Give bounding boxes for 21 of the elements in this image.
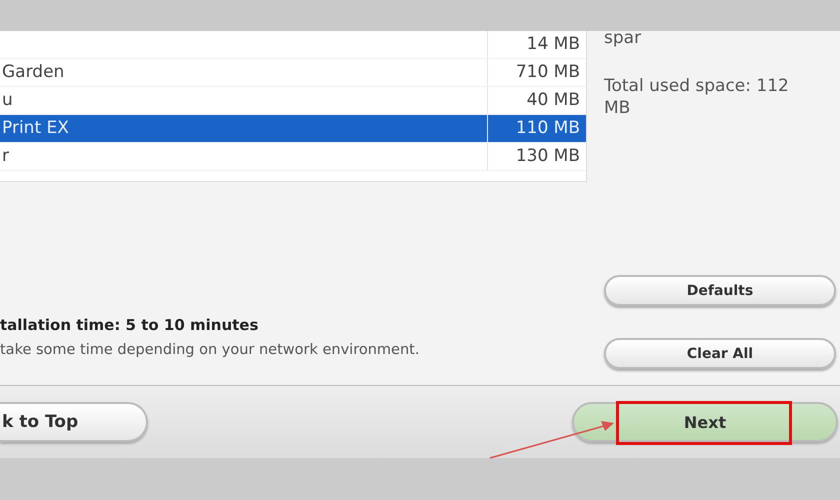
software-name: Print EX — [1, 117, 70, 140]
network-note-text: take some time depending on your network environment. — [0, 342, 420, 358]
software-name: Garden — [1, 61, 66, 84]
software-size: 130 MB — [487, 143, 586, 170]
software-row[interactable]: r 130 MB — [0, 143, 586, 171]
disk-space-text: spar — [604, 27, 642, 49]
software-row[interactable]: Garden 710 MB — [0, 59, 586, 87]
option-button[interactable]: Defaults — [604, 275, 836, 306]
software-row[interactable]: Print EX 110 MB — [0, 115, 586, 143]
software-row[interactable]: 14 MB — [0, 31, 586, 59]
software-name: r — [1, 145, 10, 168]
software-size: 710 MB — [487, 59, 586, 86]
software-name: u — [1, 89, 14, 112]
software-size: 110 MB — [487, 115, 586, 142]
disk-space-text: Total used space: 112 MB — [604, 75, 790, 119]
back-to-top-button[interactable]: k to Top — [0, 402, 148, 442]
option-button[interactable]: Clear All — [604, 338, 836, 369]
next-button[interactable]: Next — [572, 402, 838, 442]
software-size: 40 MB — [487, 87, 586, 114]
software-size: 14 MB — [487, 31, 586, 58]
installation-time-text: tallation time: 5 to 10 minutes — [0, 316, 260, 334]
